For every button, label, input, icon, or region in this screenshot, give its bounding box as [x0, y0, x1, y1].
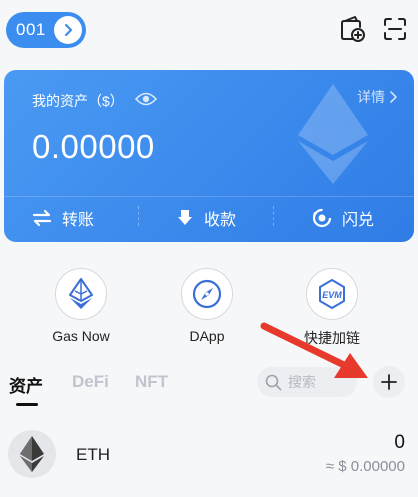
add-wallet-icon[interactable] — [337, 14, 367, 44]
tab-nft[interactable]: NFT — [135, 372, 168, 392]
scan-icon[interactable] — [380, 14, 410, 44]
gas-now-icon — [55, 268, 107, 320]
annotation-arrow-icon — [260, 322, 368, 378]
dapp-entry[interactable]: DApp — [152, 268, 262, 344]
add-token-button[interactable] — [373, 366, 405, 398]
action-divider — [273, 206, 274, 226]
compass-icon — [181, 268, 233, 320]
asset-card: 我的资产（$） 详情 0.00000 转账 收款 闪兑 — [4, 70, 414, 242]
transfer-button[interactable]: 转账 — [32, 204, 94, 232]
swap-button[interactable]: 闪兑 — [312, 204, 374, 232]
evm-badge-text: EVM — [322, 290, 342, 300]
gas-now-entry[interactable]: Gas Now — [26, 268, 136, 344]
chevron-right-icon — [390, 91, 398, 103]
action-divider — [138, 206, 139, 226]
gas-now-label: Gas Now — [52, 328, 110, 344]
token-fiat-value: ≈ $ 0.00000 — [325, 458, 405, 475]
wallet-name: 001 — [16, 20, 46, 39]
chevron-right-icon — [54, 16, 82, 44]
transfer-icon — [32, 209, 52, 227]
receive-icon — [178, 210, 192, 225]
token-symbol[interactable]: ETH — [76, 445, 110, 465]
swap-label: 闪兑 — [342, 212, 375, 229]
active-tab-indicator — [16, 403, 38, 406]
tab-defi[interactable]: DeFi — [72, 372, 109, 392]
card-divider — [4, 196, 414, 197]
receive-button[interactable]: 收款 — [176, 204, 236, 232]
swap-icon — [312, 208, 332, 228]
receive-label: 收款 — [204, 212, 237, 229]
total-balance: 0.00000 — [32, 128, 155, 165]
eye-icon[interactable] — [134, 91, 158, 112]
tab-assets[interactable]: 资产 — [9, 372, 43, 397]
evm-chain-icon: EVM — [306, 268, 358, 320]
dapp-label: DApp — [189, 328, 225, 344]
detail-link[interactable]: 详情 — [357, 87, 398, 107]
token-amount: 0 — [394, 432, 405, 453]
asset-label: 我的资产（$） — [32, 93, 124, 109]
plus-icon — [381, 374, 397, 390]
wallet-selector-button[interactable]: 001 — [6, 12, 86, 48]
transfer-label: 转账 — [62, 212, 95, 229]
detail-label: 详情 — [357, 89, 385, 105]
eth-token-icon — [8, 430, 56, 478]
